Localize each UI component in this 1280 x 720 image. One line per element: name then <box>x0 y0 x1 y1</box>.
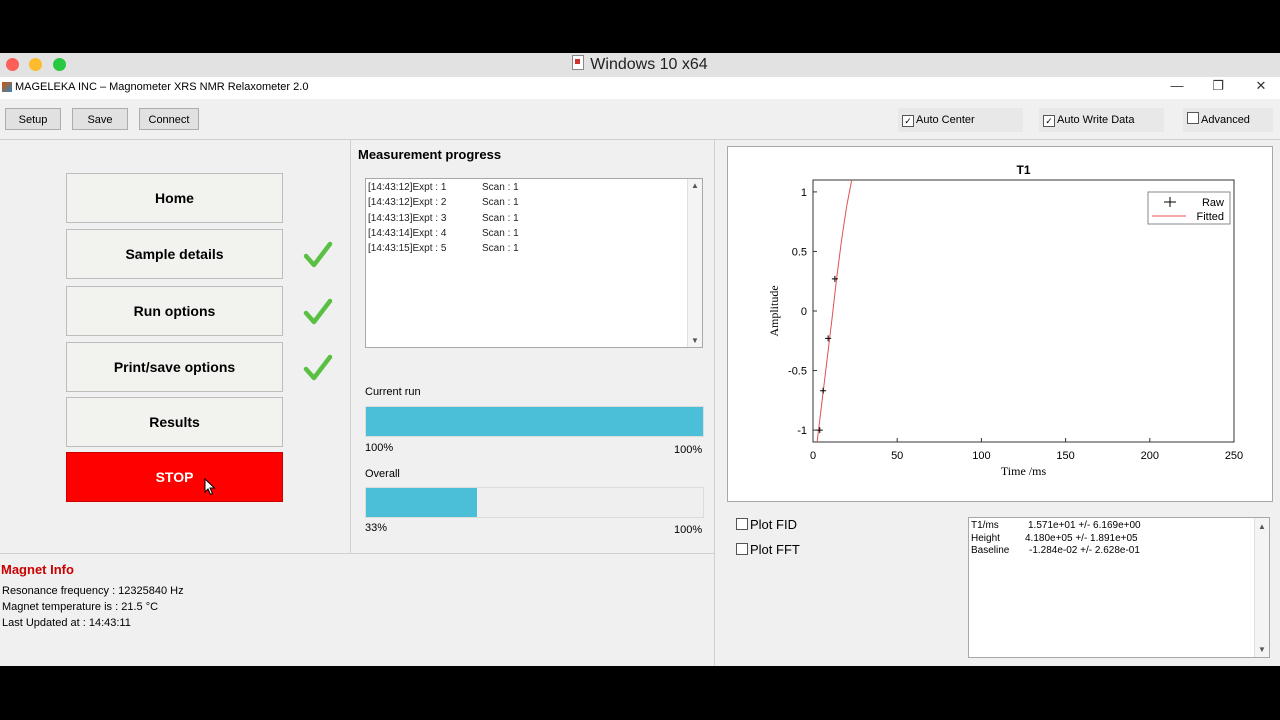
document-icon <box>572 55 585 70</box>
auto-center-checkbox[interactable]: ✓ Auto Center <box>898 108 1023 132</box>
t1-chart: T1 0 50 100 150 200 250 -1 -0.5 0 0.5 1 Time /ms Ampl… <box>767 163 1243 478</box>
x-tick-label: 50 <box>891 450 903 462</box>
mouse-cursor-icon <box>204 478 216 496</box>
minimize-window-button[interactable]: — <box>1162 78 1192 96</box>
overall-max: 100% <box>674 524 703 536</box>
t1-plot-frame: T1 0 50 100 150 200 250 -1 -0.5 0 0.5 1 Time /ms Ampl… <box>727 146 1273 502</box>
window-title: MAGELEKA INC – Magnometer XRS NMR Relaxo… <box>15 81 309 93</box>
y-tick-label: 1 <box>801 187 807 199</box>
magnet-panel-divider <box>0 553 714 554</box>
close-window-button[interactable]: ✕ <box>1246 78 1276 96</box>
fit-row: T1/ms 1.571e+01 +/- 6.169e+00 <box>971 520 1141 531</box>
log-scrollbar[interactable]: ▲ ▼ <box>687 179 702 347</box>
nav-results-button[interactable]: Results <box>66 397 283 447</box>
log-row: [14:43:13]Expt : 3 Scan : 1 <box>368 213 519 224</box>
plot-fid-check-icon <box>736 518 748 530</box>
fit-results-box[interactable]: T1/ms 1.571e+01 +/- 6.169e+00 Height 4.180… <box>968 517 1270 658</box>
y-tick-label: -1 <box>797 425 807 437</box>
y-tick-label: 0.5 <box>792 246 807 258</box>
auto-center-check-icon: ✓ <box>902 115 914 127</box>
window-title-bar: MAGELEKA INC – Magnometer XRS NMR Relaxo… <box>0 77 1280 99</box>
left-panel-divider <box>350 140 351 553</box>
log-row: [14:43:12]Expt : 2 Scan : 1 <box>368 197 519 208</box>
checkmark-icon <box>303 241 333 268</box>
current-run-progress-fill <box>366 407 703 436</box>
last-updated: Last Updated at : 14:43:11 <box>2 617 131 629</box>
x-tick-label: 150 <box>1056 450 1074 462</box>
restore-window-button[interactable]: ❐ <box>1203 78 1233 96</box>
magnet-info-title: Magnet Info <box>1 562 74 577</box>
log-row: [14:43:12]Expt : 1 Scan : 1 <box>368 182 519 193</box>
measurement-log[interactable]: [14:43:12]Expt : 1 Scan : 1 [14:43:12]Exp… <box>365 178 703 348</box>
scroll-up-icon[interactable]: ▲ <box>1255 522 1269 531</box>
host-title-bar: Windows 10 x64 <box>0 53 1280 78</box>
nav-sample-details-button[interactable]: Sample details <box>66 229 283 279</box>
auto-write-check-icon: ✓ <box>1043 115 1055 127</box>
app-window: MAGELEKA INC – Magnometer XRS NMR Relaxo… <box>0 77 1280 666</box>
y-tick-label: 0 <box>801 306 807 318</box>
setup-button[interactable]: Setup <box>5 108 61 130</box>
plot-fid-checkbox[interactable]: Plot FID <box>736 517 797 532</box>
fit-results-scrollbar[interactable]: ▲ ▼ <box>1254 518 1269 657</box>
nav-print-save-options-button[interactable]: Print/save options <box>66 342 283 392</box>
fit-row: Baseline -1.284e-02 +/- 2.628e-01 <box>971 545 1140 556</box>
scroll-down-icon[interactable]: ▼ <box>688 336 702 345</box>
x-tick-label: 200 <box>1141 450 1159 462</box>
current-run-percent: 100% <box>365 442 394 454</box>
advanced-check-icon <box>1187 112 1199 124</box>
checkmark-icon <box>303 354 333 381</box>
overall-percent: 33% <box>365 522 388 534</box>
chart-title: T1 <box>1016 163 1030 177</box>
advanced-checkbox[interactable]: Advanced <box>1183 108 1273 132</box>
checkmark-icon <box>303 298 333 325</box>
right-panel-divider <box>714 140 715 666</box>
nav-run-options-button[interactable]: Run options <box>66 286 283 336</box>
connect-button[interactable]: Connect <box>139 108 199 130</box>
nav-home-button[interactable]: Home <box>66 173 283 223</box>
log-row: [14:43:14]Expt : 4 Scan : 1 <box>368 228 519 239</box>
x-tick-label: 100 <box>972 450 990 462</box>
overall-progress-fill <box>366 488 478 517</box>
current-run-label: Current run <box>365 386 421 398</box>
legend-fitted-label: Fitted <box>1196 211 1224 223</box>
auto-write-data-checkbox[interactable]: ✓ Auto Write Data <box>1039 108 1164 132</box>
current-run-max: 100% <box>674 444 703 456</box>
overall-progress-bar <box>365 487 704 518</box>
magnet-temperature: Magnet temperature is : 21.5 °C <box>2 601 159 613</box>
stop-button[interactable]: STOP <box>66 452 283 502</box>
current-run-progress-bar <box>365 406 704 437</box>
overall-label: Overall <box>365 468 400 480</box>
log-row: [14:43:15]Expt : 5 Scan : 1 <box>368 243 519 254</box>
y-axis-label: Amplitude <box>767 285 781 336</box>
toolbar-divider <box>0 139 1280 140</box>
x-tick-label: 0 <box>810 450 816 462</box>
plot-fft-checkbox[interactable]: Plot FFT <box>736 542 800 557</box>
save-button[interactable]: Save <box>72 108 128 130</box>
host-title: Windows 10 x64 <box>0 55 1280 74</box>
y-tick-label: -0.5 <box>788 366 807 378</box>
resonance-frequency: Resonance frequency : 12325840 Hz <box>2 585 184 597</box>
scroll-up-icon[interactable]: ▲ <box>688 181 702 190</box>
app-icon <box>2 82 12 92</box>
plot-fft-check-icon <box>736 543 748 555</box>
measurement-progress-title: Measurement progress <box>358 147 502 162</box>
x-tick-label: 250 <box>1225 450 1243 462</box>
scroll-down-icon[interactable]: ▼ <box>1255 645 1269 654</box>
x-axis-label: Time /ms <box>1001 464 1047 478</box>
legend-raw-label: Raw <box>1202 197 1224 209</box>
